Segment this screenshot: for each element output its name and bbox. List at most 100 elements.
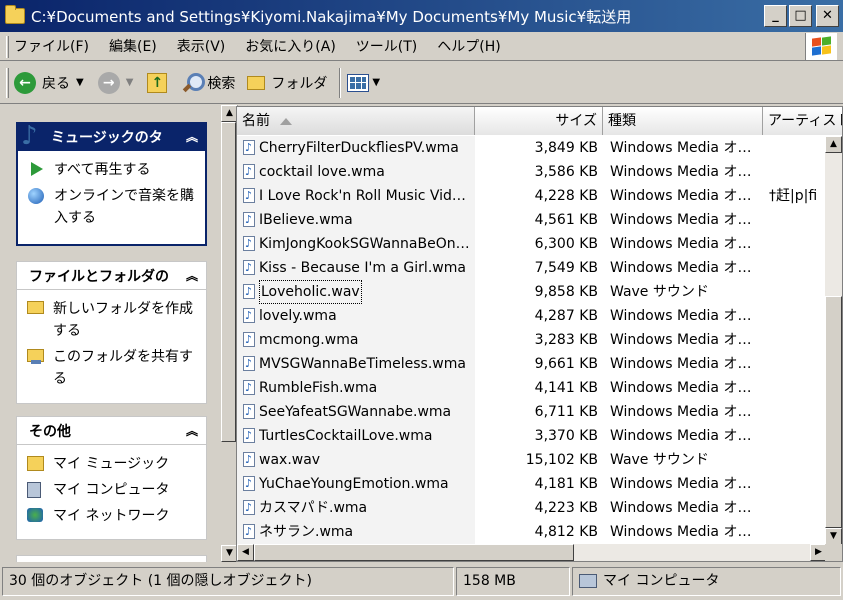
network-icon	[27, 508, 43, 522]
column-name[interactable]: 名前	[237, 107, 475, 135]
link-my-computer[interactable]: マイ コンピュータ	[27, 479, 198, 501]
file-row[interactable]: Loveholic.wav 9,858 KB Wave サウンド	[237, 280, 827, 304]
column-size[interactable]: サイズ	[475, 107, 603, 135]
task-pane-scrollbar[interactable]: ▲ ▼	[221, 105, 238, 562]
file-row[interactable]: mcmong.wma 3,283 KB Windows Media オーディオ	[237, 328, 827, 352]
menu-help[interactable]: ヘルプ(H)	[437, 36, 500, 56]
file-name: I Love Rock'n Roll Music Video.wma	[259, 188, 473, 204]
file-row[interactable]: Kiss - Because I'm a Girl.wma 7,549 KB Win…	[237, 256, 827, 280]
music-tasks-header[interactable]: ♪ ミュージックのタ ︽	[16, 121, 207, 151]
menu-view[interactable]: 表示(V)	[177, 36, 226, 56]
close-button[interactable]: ✕	[816, 5, 839, 27]
file-row[interactable]: CherryFilterDuckfliesPV.wma 3,849 KB Windo…	[237, 136, 827, 160]
scroll-thumb[interactable]	[254, 544, 574, 561]
vertical-scrollbar[interactable]: ▲ ▼	[825, 136, 842, 545]
music-tasks-panel: ♪ ミュージックのタ ︽ すべて再生する オンラインで音楽を購入する	[16, 121, 207, 246]
search-icon	[181, 72, 206, 94]
globe-icon	[28, 188, 44, 204]
task-label: このフォルダを共有する	[53, 349, 193, 387]
menu-tools[interactable]: ツール(T)	[356, 36, 417, 56]
scroll-left-icon[interactable]: ◀	[237, 544, 254, 561]
back-dropdown-icon[interactable]: ▼	[76, 77, 84, 88]
task-buy-music-online[interactable]: オンラインで音楽を購入する	[28, 185, 197, 229]
file-size: 3,283 KB	[534, 332, 598, 348]
back-label: 戻る	[42, 75, 70, 92]
status-bar: 30 個のオブジェクト (1 個の隠しオブジェクト) 158 MB マイ コンピ…	[0, 564, 843, 600]
file-row[interactable]: KimJongKookSGWannaBeOne.wma 6,300 KB Windo…	[237, 232, 827, 256]
details-panel-edge	[16, 555, 207, 562]
search-button[interactable]: 検索	[181, 72, 235, 94]
task-pane: ♪ ミュージックのタ ︽ すべて再生する オンラインで音楽を購入する ファイルと…	[0, 105, 222, 562]
file-row[interactable]: SeeYafeatSGWannabe.wma 6,711 KB Windows Me…	[237, 400, 827, 424]
task-label: すべて再生する	[54, 162, 151, 178]
file-list[interactable]: 名前 サイズ 種類 アーティスト CherryFilterDuckfliesPV…	[236, 106, 843, 562]
scroll-up-icon[interactable]: ▲	[825, 136, 842, 153]
column-artist[interactable]: アーティスト	[763, 107, 842, 135]
forward-dropdown-icon[interactable]: ▼	[126, 77, 134, 88]
other-places-title: その他	[29, 423, 71, 440]
file-row[interactable]: IBelieve.wma 4,561 KB Windows Media オーディオ	[237, 208, 827, 232]
up-button[interactable]: ↑	[147, 72, 175, 93]
file-size: 4,812 KB	[534, 524, 598, 540]
audio-file-icon	[243, 352, 255, 376]
audio-file-icon	[243, 160, 255, 184]
task-share-folder[interactable]: このフォルダを共有する	[27, 346, 198, 390]
menu-grip[interactable]	[6, 36, 9, 58]
back-arrow-icon: ←	[14, 71, 36, 94]
audio-file-icon	[243, 208, 255, 232]
file-row[interactable]: ネサラン.wma 4,812 KB Windows Media オーディオ	[237, 520, 827, 544]
file-name: SeeYafeatSGWannabe.wma	[259, 404, 452, 420]
column-type[interactable]: 種類	[603, 107, 763, 135]
folders-button[interactable]: フォルダ	[241, 73, 327, 93]
scroll-thumb[interactable]	[221, 122, 236, 442]
scroll-thumb[interactable]	[825, 296, 842, 528]
status-size: 158 MB	[456, 567, 570, 596]
views-button[interactable]: ▼	[347, 73, 388, 92]
file-row[interactable]: YuChaeYoungEmotion.wma 4,181 KB Windows Me…	[237, 472, 827, 496]
file-row[interactable]: lovely.wma 4,287 KB Windows Media オーディオ	[237, 304, 827, 328]
file-type: Windows Media オーディオ	[610, 356, 760, 372]
file-name: wax.wav	[259, 452, 321, 468]
audio-file-icon	[243, 184, 255, 208]
collapse-icon[interactable]: ︽	[186, 422, 198, 439]
menu-file[interactable]: ファイル(F)	[14, 36, 89, 56]
task-new-folder[interactable]: 新しいフォルダを作成する	[27, 298, 198, 342]
file-row[interactable]: RumbleFish.wma 4,141 KB Windows Media オーディ…	[237, 376, 827, 400]
music-tasks-title: ミュージックのタ	[51, 129, 163, 146]
link-label: マイ コンピュータ	[53, 482, 170, 498]
file-row[interactable]: I Love Rock'n Roll Music Video.wma 4,228 …	[237, 184, 827, 208]
file-row[interactable]: MVSGWannaBeTimeless.wma 9,661 KB Windows M…	[237, 352, 827, 376]
menu-edit[interactable]: 編集(E)	[109, 36, 157, 56]
horizontal-scrollbar[interactable]: ◀ ▶	[237, 544, 827, 561]
minimize-button[interactable]: _	[764, 5, 787, 27]
file-row[interactable]: カスマパド.wma 4,223 KB Windows Media オーディオ	[237, 496, 827, 520]
task-label: オンラインで音楽を購入する	[54, 188, 194, 226]
scrollbar-corner	[825, 544, 842, 561]
audio-file-icon	[243, 400, 255, 424]
folders-icon	[247, 75, 266, 90]
link-my-music[interactable]: マイ ミュージック	[27, 453, 198, 475]
forward-button[interactable]: → ▼	[97, 71, 142, 94]
scroll-down-icon[interactable]: ▼	[825, 528, 842, 545]
collapse-icon[interactable]: ︽	[186, 267, 198, 284]
title-bar[interactable]: C:¥Documents and Settings¥Kiyomi.Nakajim…	[0, 0, 843, 32]
status-object-count: 30 個のオブジェクト (1 個の隠しオブジェクト)	[2, 567, 454, 596]
back-button[interactable]: ← 戻る ▼	[14, 71, 92, 94]
views-dropdown-icon[interactable]: ▼	[372, 77, 380, 88]
file-type: Windows Media オーディオ	[610, 236, 760, 252]
file-name: lovely.wma	[259, 308, 337, 324]
file-name: MVSGWannaBeTimeless.wma	[259, 356, 466, 372]
file-size: 7,549 KB	[534, 260, 598, 276]
link-label: マイ ネットワーク	[53, 508, 170, 524]
menu-favorites[interactable]: お気に入り(A)	[245, 36, 336, 56]
task-play-all[interactable]: すべて再生する	[28, 159, 197, 181]
toolbar-grip[interactable]	[6, 68, 9, 98]
other-places-header[interactable]: その他 ︽	[16, 416, 207, 444]
collapse-icon[interactable]: ︽	[186, 128, 198, 145]
file-row[interactable]: cocktail love.wma 3,586 KB Windows Media オ…	[237, 160, 827, 184]
file-row[interactable]: TurtlesCocktailLove.wma 3,370 KB Windows M…	[237, 424, 827, 448]
file-row[interactable]: wax.wav 15,102 KB Wave サウンド	[237, 448, 827, 472]
maximize-button[interactable]: □	[789, 5, 812, 27]
link-my-network[interactable]: マイ ネットワーク	[27, 505, 198, 527]
file-tasks-header[interactable]: ファイルとフォルダの ︽	[16, 261, 207, 289]
